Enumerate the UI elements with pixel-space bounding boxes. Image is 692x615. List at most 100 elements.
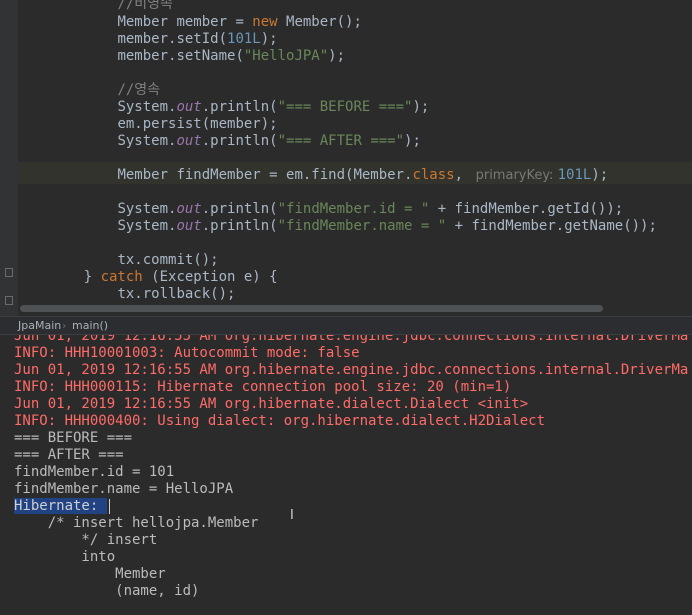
code-token: System. <box>117 99 177 115</box>
code-token: ); <box>591 167 609 183</box>
fold-marker-icon[interactable] <box>5 268 13 277</box>
console-text: */ insert <box>14 532 158 548</box>
code-token: "findMember.name = " <box>277 218 447 234</box>
breadcrumb-method[interactable]: main() <box>72 317 108 334</box>
code-token: "=== AFTER ===" <box>277 133 405 149</box>
code-token: 101L <box>227 31 261 47</box>
code-token: //영속 <box>117 82 161 98</box>
code-token: out <box>176 201 202 217</box>
console-text: Jun 01, 2019 12:16:55 AM org.hibernate.e… <box>14 334 689 344</box>
breadcrumb: JpaMain › main() <box>0 316 692 335</box>
console-line: Jun 01, 2019 12:16:55 AM org.hibernate.e… <box>14 334 689 345</box>
code-token: 101L <box>557 167 592 183</box>
console-line: findMember.id = 101 <box>14 464 174 481</box>
breadcrumb-class[interactable]: JpaMain <box>18 317 61 334</box>
code-token: out <box>176 218 202 234</box>
console-text: === AFTER === <box>14 447 124 463</box>
code-token: , <box>454 167 472 183</box>
console-text: INFO: HHH10001003: Autocommit mode: fals… <box>14 345 360 361</box>
console-line: findMember.name = HelloJPA <box>14 481 233 498</box>
code-token: (Exception e) { <box>142 269 278 285</box>
code-token: out <box>176 133 202 149</box>
code-token: + findMember.getId()); <box>429 201 624 217</box>
code-line: Member findMember = em.find(Member.class… <box>50 165 608 185</box>
code-token: tx.commit(); <box>117 252 219 268</box>
code-line: System.out.println("=== AFTER ==="); <box>50 131 421 151</box>
code-token: tx.rollback(); <box>117 286 236 302</box>
console-line: INFO: HHH10001003: Autocommit mode: fals… <box>14 345 360 362</box>
code-token: Member findMember = em.find(Member. <box>117 167 413 183</box>
code-token: .println( <box>201 99 278 115</box>
code-token: Member member = <box>117 14 253 30</box>
console-text: into <box>14 549 116 565</box>
code-line: tx.rollback(); <box>50 284 235 304</box>
code-token: out <box>176 99 202 115</box>
code-token: ); <box>328 48 346 64</box>
console-text: findMember.name = HelloJPA <box>14 481 234 497</box>
console-line: */ insert <box>14 532 157 549</box>
console-text: Member <box>14 566 166 582</box>
console-line: (name, id) <box>14 583 199 600</box>
code-token: } <box>83 269 101 285</box>
code-token: //비영속 <box>117 0 173 12</box>
code-token: .println( <box>201 218 278 234</box>
console-line: Member <box>14 566 166 583</box>
code-token: "HelloJPA" <box>243 48 329 64</box>
console-text: INFO: HHH000400: Using dialect: org.hibe… <box>14 413 546 429</box>
parameter-hint: primaryKey: <box>471 168 558 183</box>
code-token: catch <box>100 269 143 285</box>
code-token: .println( <box>201 133 278 149</box>
text-caret <box>108 498 110 514</box>
console-text: === BEFORE === <box>14 430 133 446</box>
code-token: "findMember.id = " <box>277 201 430 217</box>
console-line: Jun 01, 2019 12:16:55 AM org.hibernate.d… <box>14 396 528 413</box>
console-text: findMember.id = 101 <box>14 464 175 480</box>
run-console[interactable]: Jun 01, 2019 12:16:55 AM org.hibernate.e… <box>0 334 692 615</box>
code-token: + findMember.getName()); <box>446 218 657 234</box>
horizontal-scrollbar[interactable] <box>20 305 603 312</box>
code-token: class <box>412 167 455 183</box>
console-line: Jun 01, 2019 12:16:55 AM org.hibernate.e… <box>14 362 688 379</box>
code-token: new <box>252 14 278 30</box>
code-token: Member(); <box>277 14 362 30</box>
console-line: Hibernate: <box>14 498 110 515</box>
console-text: Jun 01, 2019 12:16:55 AM org.hibernate.e… <box>14 362 689 378</box>
console-text: Hibernate: <box>14 498 107 514</box>
code-token: .println( <box>201 201 278 217</box>
console-line: INFO: HHH000115: Hibernate connection po… <box>14 379 511 396</box>
editor-gutter <box>0 0 18 316</box>
console-text: /* insert hellojpa.Member <box>14 515 259 531</box>
console-line: into <box>14 549 115 566</box>
console-line: === BEFORE === <box>14 430 132 447</box>
text-cursor-icon: I <box>290 508 294 523</box>
console-line: INFO: HHH000400: Using dialect: org.hibe… <box>14 413 545 430</box>
code-token: System. <box>117 133 177 149</box>
fold-marker-icon[interactable] <box>5 296 13 305</box>
code-token: System. <box>117 201 177 217</box>
code-editor[interactable]: //비영속 Member member = new Member(); memb… <box>0 0 692 316</box>
code-token: em.persist(member); <box>117 116 278 132</box>
code-token: member.setName( <box>117 48 244 64</box>
code-token: ); <box>412 99 430 115</box>
console-line: /* insert hellojpa.Member <box>14 515 259 532</box>
code-token: "=== BEFORE ===" <box>277 99 413 115</box>
code-line: member.setName("HelloJPA"); <box>50 46 345 66</box>
code-token: ); <box>404 133 421 149</box>
console-line: === AFTER === <box>14 447 124 464</box>
console-text: (name, id) <box>14 583 200 599</box>
console-text: INFO: HHH000115: Hibernate connection po… <box>14 379 512 395</box>
